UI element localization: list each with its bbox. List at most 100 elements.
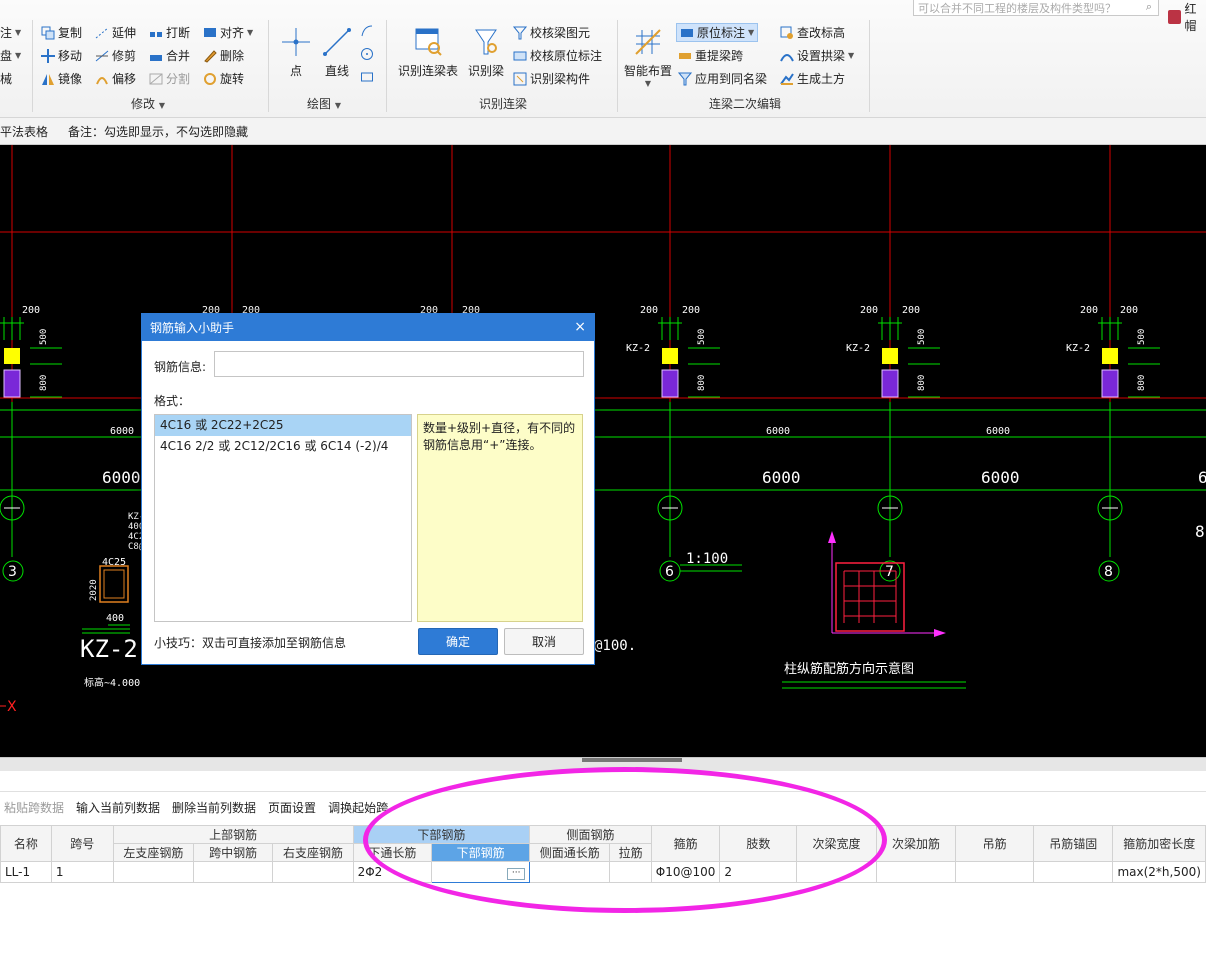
ellipsis-button[interactable]: ··· xyxy=(507,867,526,880)
panel-splitter[interactable] xyxy=(0,757,1206,771)
check-origin-label-button[interactable]: 校核原位标注 xyxy=(513,47,602,64)
help-search-input[interactable]: 可以合并不同工程的楼层及构件类型吗？ ⌕ xyxy=(913,0,1159,16)
cell-left-support[interactable] xyxy=(112,861,194,883)
flat-table-label[interactable]: 梁平法表格 xyxy=(0,123,48,140)
cell-stirrup-dense[interactable]: max(2*h,500) xyxy=(1112,861,1206,883)
col-header-span[interactable]: 跨号 xyxy=(50,825,114,862)
mirror-button[interactable]: 镜像 xyxy=(41,70,82,87)
ok-button[interactable]: 确定 xyxy=(418,628,498,655)
table-scan-icon xyxy=(412,26,444,58)
cut-left-item-3[interactable]: 械 xyxy=(0,70,12,87)
extend-button[interactable]: 延伸 xyxy=(95,24,136,41)
recognize-link-beam-table-button[interactable]: 识别连梁表 xyxy=(398,26,458,79)
rebar-info-input[interactable] xyxy=(214,351,584,377)
cell-sec-width[interactable] xyxy=(796,861,877,883)
close-icon[interactable]: × xyxy=(574,319,586,335)
span-large-3: 6000 xyxy=(981,468,1020,487)
cell-sec-add[interactable] xyxy=(875,861,957,883)
col-header-bottom-rebar-sub[interactable]: 下部钢筋 xyxy=(431,843,531,862)
cell-legs[interactable]: 2 xyxy=(719,861,798,883)
split-button[interactable]: 分割 xyxy=(149,70,190,87)
col-header-sec-add[interactable]: 次梁加筋 xyxy=(875,825,957,862)
col-header-left-support[interactable]: 左支座钢筋 xyxy=(112,843,194,862)
cell-name[interactable]: LL-1 xyxy=(0,861,52,883)
partial-6: 6 xyxy=(1198,468,1206,487)
cell-right-support[interactable] xyxy=(272,861,354,883)
draw-group-label[interactable]: 绘图 ▼ xyxy=(307,95,341,112)
cell-mid-span[interactable] xyxy=(192,861,274,883)
kz-label-3: KZ-2 xyxy=(1066,343,1090,354)
col-header-right-support[interactable]: 右支座钢筋 xyxy=(272,843,354,862)
col-header-side-through[interactable]: 侧面通长筋 xyxy=(529,843,611,862)
dialog-title-bar[interactable]: 钢筋输入小助手 × xyxy=(142,314,594,341)
set-arch-beam-button[interactable]: 设置拱梁 ▼ xyxy=(780,47,854,64)
cell-bottom-rebar[interactable]: ··· xyxy=(431,861,531,883)
generate-earthwork-button[interactable]: 生成土方 xyxy=(780,70,845,87)
extend-icon xyxy=(95,26,109,40)
paste-span-data-button[interactable]: 粘贴跨数据 xyxy=(4,799,64,816)
col-header-sec-width[interactable]: 次梁宽度 xyxy=(796,825,877,862)
cell-side-through[interactable] xyxy=(529,861,611,883)
arc-tool[interactable] xyxy=(360,24,374,38)
delete-button[interactable]: 删除 xyxy=(203,47,244,64)
dim-200-k: 200 xyxy=(1120,305,1138,316)
smart-layout-button[interactable]: 智能布置 ▼ xyxy=(624,26,672,88)
col-header-hanger-anchor[interactable]: 吊筋锚固 xyxy=(1033,825,1114,862)
apply-same-name-button[interactable]: 应用到同名梁 xyxy=(677,70,767,87)
col-header-name[interactable]: 名称 xyxy=(0,825,52,862)
line-button[interactable]: 直线 xyxy=(321,26,353,79)
col-header-hanger[interactable]: 吊筋 xyxy=(955,825,1035,862)
cut-left-item-2[interactable]: 盘 ▼ xyxy=(0,47,21,64)
axis-label-7: 7 xyxy=(885,564,894,580)
col-header-stirrup-dense[interactable]: 箍筋加密长度 xyxy=(1112,825,1206,862)
circle-tool[interactable] xyxy=(360,47,374,61)
move-button[interactable]: 移动 xyxy=(41,47,82,64)
format-label: 格式： xyxy=(154,394,191,408)
circle-icon xyxy=(360,47,374,61)
col-header-legs[interactable]: 肢数 xyxy=(719,825,798,862)
cell-span[interactable]: 1 xyxy=(50,861,114,883)
point-button[interactable]: 点 xyxy=(280,26,312,79)
align-button[interactable]: 对齐 ▼ xyxy=(203,24,253,41)
page-setup-button[interactable]: 页面设置 xyxy=(268,799,316,816)
col-header-mid-span[interactable]: 跨中钢筋 xyxy=(192,843,274,862)
copy-button[interactable]: 复制 xyxy=(41,24,82,41)
rectangle-tool[interactable] xyxy=(360,70,374,84)
input-column-data-button[interactable]: 输入当前列数据 xyxy=(76,799,160,816)
list-item[interactable]: 4C16 或 2C22+2C25 xyxy=(155,415,411,436)
col-header-bottom-through[interactable]: 下通长筋 xyxy=(352,843,433,862)
col-header-tie[interactable]: 拉筋 xyxy=(609,843,652,862)
break-button[interactable]: 打断 xyxy=(149,24,190,41)
rotate-button[interactable]: 旋转 xyxy=(203,70,244,87)
col-header-stirrup[interactable]: 箍筋 xyxy=(650,825,721,862)
cancel-button[interactable]: 取消 xyxy=(504,628,584,655)
recognize-beam-button[interactable]: 识别梁 xyxy=(468,26,504,79)
offset-button[interactable]: 偏移 xyxy=(95,70,136,87)
check-beam-element-button[interactable]: 校核梁图元 xyxy=(512,24,590,41)
cell-tie[interactable] xyxy=(609,861,652,883)
delete-column-data-button[interactable]: 删除当前列数据 xyxy=(172,799,256,816)
recognize-beam-component-button[interactable]: 识别梁构件 xyxy=(513,70,590,87)
splitter-grip[interactable] xyxy=(582,758,682,762)
cut-left-item-1[interactable]: 注 ▼ xyxy=(0,24,21,41)
side-dim: 2020 xyxy=(89,579,99,601)
modify-group-label[interactable]: 修改 ▼ xyxy=(131,95,165,112)
cell-bottom-through[interactable]: 2Φ2 xyxy=(352,861,433,883)
col-header-bottom-rebar[interactable]: 下部钢筋 xyxy=(352,825,531,844)
re-extract-span-button[interactable]: 重提梁跨 xyxy=(678,47,743,64)
origin-label-button[interactable]: 原位标注 ▼ xyxy=(676,23,759,42)
swap-start-span-button[interactable]: 调换起始跨 xyxy=(328,799,388,816)
user-badge[interactable]: 红帽 xyxy=(1168,0,1206,34)
trim-button[interactable]: 修剪 xyxy=(95,47,136,64)
offset-icon xyxy=(95,72,109,86)
list-item[interactable]: 4C16 2/2 或 2C12/2C16 或 6C14 (-2)/4 xyxy=(155,436,411,457)
format-list[interactable]: 4C16 或 2C22+2C25 4C16 2/2 或 2C12/2C16 或 … xyxy=(154,414,412,622)
search-icon[interactable]: ⌕ xyxy=(1146,0,1152,14)
cell-hanger[interactable] xyxy=(955,861,1035,883)
cell-hanger-anchor[interactable] xyxy=(1033,861,1114,883)
col-header-side-rebar[interactable]: 侧面钢筋 xyxy=(529,825,652,844)
col-header-top-rebar[interactable]: 上部钢筋 xyxy=(112,825,354,844)
cell-stirrup[interactable]: Φ10@100 xyxy=(650,861,721,883)
edit-elevation-button[interactable]: 查改标高 xyxy=(780,24,845,41)
merge-button[interactable]: 合并 xyxy=(149,47,190,64)
